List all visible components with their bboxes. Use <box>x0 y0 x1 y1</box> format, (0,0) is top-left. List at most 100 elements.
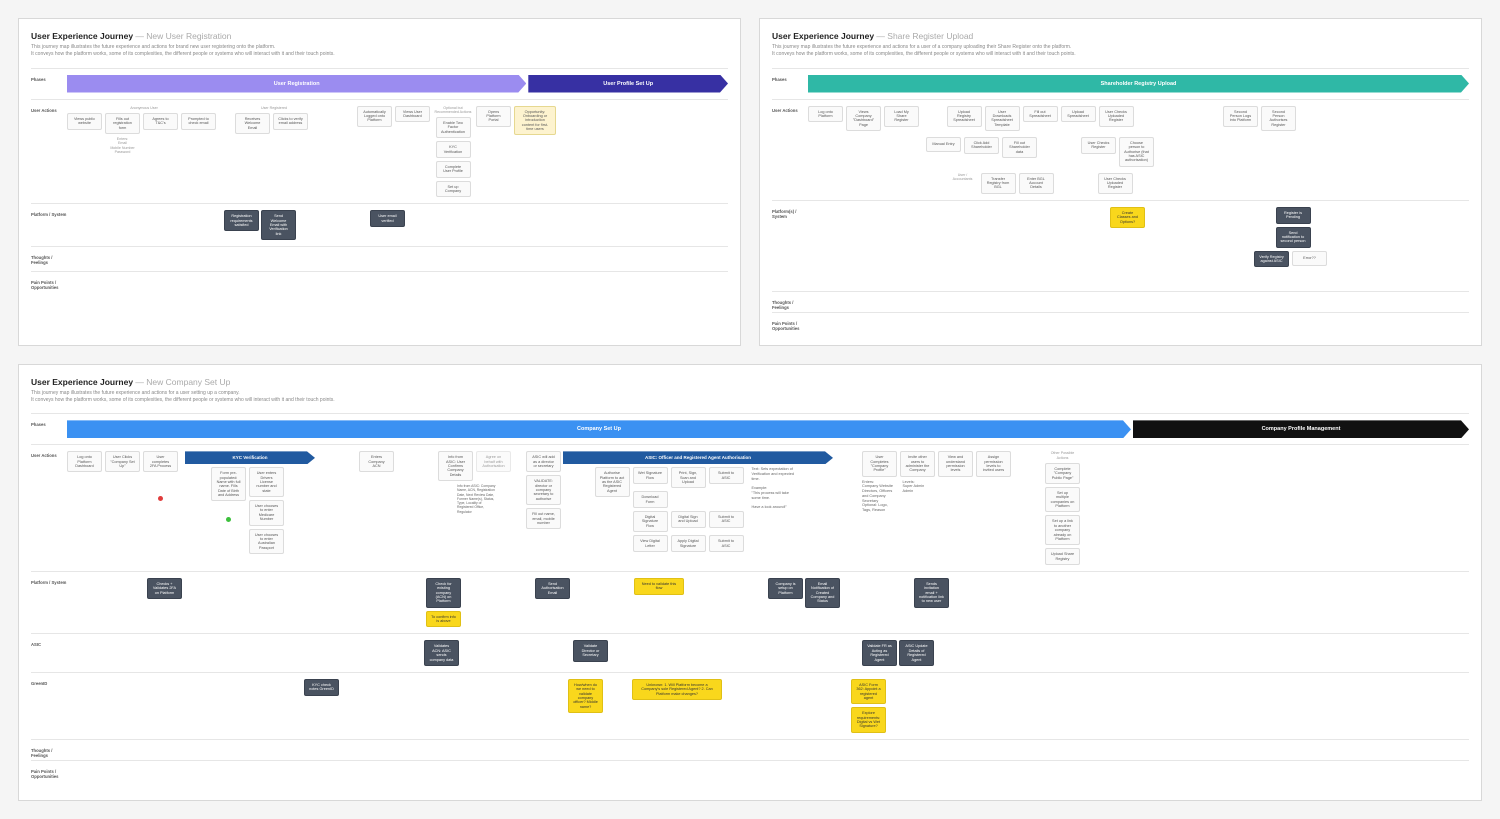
field-note: Levels: Super Admin Admin <box>903 480 933 494</box>
action-box: Click Add Shareholder <box>964 137 999 154</box>
panel-desc: This journey map illustrates the future … <box>31 390 1469 404</box>
action-box: Set up Company <box>436 181 471 198</box>
action-box: Submit to ASIC <box>709 467 744 484</box>
asic-info-note: Info from ASIC: Company Name, ACN, Regis… <box>457 484 497 514</box>
lane-platform: Platform / System Registration requireme… <box>31 203 728 246</box>
field-note: Enters: Company Website Directors, Offic… <box>862 480 897 513</box>
lane-user-actions: User Actions Log onto Platform Views Com… <box>772 99 1469 200</box>
side-note: Text: Sets expectation of Verification a… <box>752 467 797 510</box>
phase-company-setup: Company Set Up <box>67 420 1131 438</box>
option-header: Optional but Recommended Actions <box>433 106 473 115</box>
action-box: View Digital Letter <box>633 535 668 552</box>
action-box: Opens Platform Portal <box>476 106 511 127</box>
system-box: Registration requirements satisfied <box>224 210 259 231</box>
system-box: Verify Registry against ASIC <box>1254 251 1289 268</box>
system-box: Send Authorisation Email <box>535 578 570 599</box>
action-box: Digital Sign and Upload <box>671 511 706 528</box>
lane-phases: Phases User Registration User Profile Se… <box>31 68 728 99</box>
action-box: Clicks to verify email address <box>273 113 308 130</box>
action-box: Fills out registration form <box>105 113 140 134</box>
action-box: Assign permission levels to invited user… <box>976 451 1011 476</box>
phase-registration: User Registration <box>67 75 526 93</box>
action-box: User Checks Uploaded Register <box>1098 173 1133 194</box>
action-box: Upload Share Registry <box>1045 548 1080 565</box>
action-box: Set up multiple companies on Platform <box>1045 487 1080 512</box>
action-box: Digital Signature Flow <box>633 511 668 532</box>
asic-box: Validates ACN: ASIC sends company data <box>424 640 459 665</box>
action-box: Enter BGL Account Details <box>1019 173 1054 194</box>
action-box: Views User Dashboard <box>395 106 430 123</box>
anon-user-label: Anonymous User <box>129 106 159 110</box>
system-box: Create Classes and Options? <box>1110 207 1145 228</box>
action-box: Enters Company ACN <box>359 451 394 472</box>
action-box: Second Person Logs into Platform <box>1223 106 1258 127</box>
action-box: User Completes "Company Profile" <box>862 451 897 476</box>
action-box: Load My Share Register <box>884 106 919 127</box>
action-box: User Clicks "Company Set Up" <box>105 451 140 472</box>
action-box: View and understand permission levels <box>938 451 973 476</box>
asic-box: Validate FR as Acting as Registered Agen… <box>862 640 897 665</box>
action-box: Complete User Profile <box>436 161 471 178</box>
action-box: Receives Welcome Email <box>235 113 270 134</box>
action-box: Upload Spreadsheet <box>1061 106 1096 123</box>
action-box: Set up a link to another company already… <box>1045 515 1080 545</box>
action-box: VALIDATE: director or company secretary … <box>526 475 561 505</box>
lane-pain-points: Pain Points / Opportunities <box>31 271 728 296</box>
action-box: Second Person Authorises Register <box>1261 106 1296 131</box>
action-box: Download Form <box>633 491 668 508</box>
action-box: Agree on behalf with Authorisation <box>476 451 511 472</box>
lane-phases: Phases Company Set Up Company Profile Ma… <box>31 413 1469 444</box>
system-box: Send notification to second person <box>1276 227 1311 248</box>
action-box: Manual Entry <box>926 137 961 152</box>
system-box: Need to validate this flow <box>634 578 684 595</box>
action-box: Automatically Logged onto Platform <box>357 106 392 127</box>
lane-pain-points: Pain Points / Opportunities <box>31 760 1469 781</box>
subphase-kyc: KYC Verification <box>185 451 315 464</box>
opportunity-box: Opportunity: Onboarding or introduction … <box>514 106 556 136</box>
system-box: Sends invitation email + notification li… <box>914 578 949 608</box>
action-box: User enters Drivers License number and s… <box>249 467 284 497</box>
lane-asic: ASIC Validates ACN: ASIC sends company d… <box>31 633 1469 671</box>
lane-thoughts: Thoughts / Feelings <box>31 739 1469 760</box>
system-box: Send Welcome Email with Verification lin… <box>261 210 296 240</box>
action-box: Print, Sign, Scan and Upload <box>671 467 706 488</box>
panel-title: User Experience Journey — New User Regis… <box>31 31 728 41</box>
system-box: Register is Pending <box>1276 207 1311 224</box>
system-box: Check for existing company (ACN) on Plat… <box>426 578 461 608</box>
action-box: User chooses to enter Australian Passpor… <box>249 529 284 554</box>
action-box: Fill out name, email, mobile number <box>526 508 561 529</box>
action-box: User chooses to enter Medicare Number <box>249 500 284 525</box>
lane-user-actions: User Actions Anonymous User Views public… <box>31 99 728 204</box>
phase-company-mgmt: Company Profile Management <box>1133 420 1469 438</box>
greenid-box: How/when do we need to validate company … <box>568 679 603 713</box>
action-box: Agrees to T&C's <box>143 113 178 130</box>
subphase-asic-auth: ASIC: Officer and Registered Agent Autho… <box>563 451 833 464</box>
action-box: Transfer Registry from BGL <box>981 173 1016 194</box>
lane-platform: Platform(s) / System Create Classes and … <box>772 200 1469 291</box>
action-box: Prompted to check email <box>181 113 216 130</box>
action-box: User completes 2FA Process <box>143 451 178 472</box>
action-box: KYC Verification <box>436 141 471 158</box>
action-box: Log onto Platform <box>808 106 843 123</box>
action-box: Apply Digital Signature <box>671 535 706 552</box>
greenid-box: Unknown: 1. Will Platform become a Compa… <box>632 679 722 700</box>
action-box: Invite other users to administer the Com… <box>900 451 935 476</box>
panel-title: User Experience Journey — New Company Se… <box>31 377 1469 387</box>
action-box: Upload Registry Spreadsheet <box>947 106 982 127</box>
registered-user-label: User Registered <box>259 106 289 110</box>
action-box: ASIC will add as a director or secretary <box>526 451 561 472</box>
greenid-box: Explore requirements: Digital vs Wet Sig… <box>851 707 886 732</box>
action-box: User Downloads Spreadsheet Template <box>985 106 1020 131</box>
panel-title: User Experience Journey — Share Register… <box>772 31 1469 41</box>
panel-desc: This journey map illustrates the future … <box>772 44 1469 58</box>
action-box: Fill out Shareholder data <box>1002 137 1037 158</box>
lane-thoughts: Thoughts / Feelings <box>772 291 1469 312</box>
action-box: User Checks Uploaded Register <box>1099 106 1134 127</box>
action-box: Views Company "Dashboard" Page <box>846 106 881 131</box>
action-box: Views public website <box>67 113 102 130</box>
system-box: To confirm info is above <box>426 611 461 628</box>
action-box: Enable Two Factor Authentication <box>436 117 471 138</box>
action-box: User Checks Register <box>1081 137 1116 154</box>
actor-note: User / Accountants <box>948 173 978 182</box>
panel-new-company-setup: User Experience Journey — New Company Se… <box>18 364 1482 801</box>
